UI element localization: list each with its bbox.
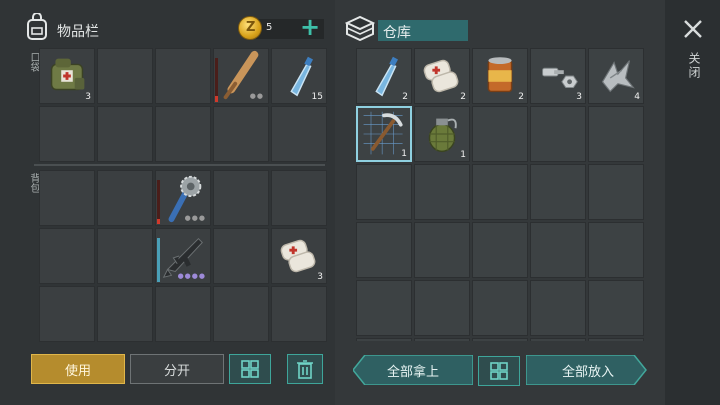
storage-slot[interactable] — [356, 338, 412, 341]
inventory-slot[interactable] — [97, 286, 153, 342]
inventory-slot[interactable] — [271, 286, 327, 342]
grade-dots: ●●● — [184, 214, 206, 222]
inventory-slot[interactable] — [213, 228, 269, 284]
storage-slot[interactable]: 2 — [414, 48, 470, 104]
storage-box-icon — [345, 15, 375, 41]
durability-bar — [157, 180, 160, 224]
storage-slot[interactable] — [530, 164, 586, 220]
storage-slot[interactable] — [588, 280, 644, 336]
coin-icon: Z — [238, 16, 262, 40]
coin-count: 5 — [266, 22, 273, 33]
storage-slot[interactable] — [472, 338, 528, 341]
sort-storage-button[interactable] — [478, 356, 520, 386]
close-label[interactable]: 关闭 — [686, 52, 703, 80]
item-count: 15 — [311, 92, 323, 102]
section-divider — [34, 164, 325, 166]
item-count: 1 — [401, 149, 407, 159]
storage-slot[interactable] — [588, 338, 644, 341]
inventory-slot[interactable] — [271, 170, 327, 226]
inventory-slot[interactable] — [39, 228, 95, 284]
storage-slot[interactable] — [356, 164, 412, 220]
inventory-slot[interactable] — [213, 286, 269, 342]
grade-dots: ●●●● — [177, 272, 206, 280]
storage-slot[interactable] — [588, 164, 644, 220]
storage-slot[interactable] — [414, 222, 470, 278]
storage-slot[interactable] — [472, 222, 528, 278]
storage-slot[interactable]: 2 — [472, 48, 528, 104]
discard-button[interactable] — [287, 354, 323, 384]
storage-slot-selected[interactable]: 1 — [356, 106, 412, 162]
inventory-slot[interactable]: ●●● — [155, 170, 211, 226]
durability-bar — [215, 58, 218, 102]
item-count: 2 — [402, 92, 408, 102]
storage-slot[interactable] — [588, 222, 644, 278]
storage-slot[interactable] — [530, 280, 586, 336]
grade-dots: ●● — [249, 92, 264, 100]
inventory-slot[interactable]: ●●●● — [155, 228, 211, 284]
inventory-slot[interactable] — [97, 228, 153, 284]
inventory-slot[interactable] — [97, 170, 153, 226]
inventory-slot[interactable]: 3 — [271, 228, 327, 284]
inventory-slot[interactable] — [97, 106, 153, 162]
inventory-slot[interactable] — [97, 48, 153, 104]
storage-grid: 2 2 2 3 4 1 1 — [356, 48, 644, 341]
item-count: 3 — [317, 272, 323, 282]
inventory-slot[interactable] — [155, 106, 211, 162]
inventory-slot[interactable] — [213, 106, 269, 162]
add-coins-button[interactable]: + — [300, 14, 320, 40]
inventory-title: 物品栏 — [57, 24, 99, 40]
storage-scroll-area[interactable]: 2 2 2 3 4 1 1 — [356, 48, 646, 341]
inventory-slot[interactable] — [155, 286, 211, 342]
close-icon[interactable] — [682, 18, 704, 40]
grid-sort-icon — [241, 360, 259, 378]
storage-slot[interactable] — [530, 106, 586, 162]
storage-slot[interactable]: 3 — [530, 48, 586, 104]
storage-title: 仓库 — [383, 25, 411, 41]
split-button[interactable]: 分开 — [130, 354, 224, 384]
inventory-slot[interactable] — [155, 48, 211, 104]
inventory-slot[interactable] — [39, 170, 95, 226]
item-count: 1 — [460, 150, 466, 160]
item-count: 2 — [460, 92, 466, 102]
item-count: 3 — [576, 92, 582, 102]
coin-symbol: Z — [246, 20, 256, 35]
take-all-button[interactable]: 全部拿上 — [353, 355, 473, 385]
backpack-icon — [27, 13, 47, 40]
storage-slot[interactable] — [472, 280, 528, 336]
storage-slot[interactable] — [356, 280, 412, 336]
storage-slot[interactable] — [588, 106, 644, 162]
storage-slot[interactable] — [530, 338, 586, 341]
storage-slot[interactable]: 1 — [414, 106, 470, 162]
inventory-slot[interactable]: ●● — [213, 48, 269, 104]
inventory-slot[interactable] — [39, 106, 95, 162]
inventory-slot[interactable]: 3 — [39, 48, 95, 104]
storage-slot[interactable] — [414, 338, 470, 341]
item-count: 4 — [634, 92, 640, 102]
storage-slot[interactable]: 2 — [356, 48, 412, 104]
item-count: 2 — [518, 92, 524, 102]
durability-bar — [157, 238, 160, 282]
pocket-grid: 3 ●● 15 — [39, 48, 327, 162]
inventory-slot[interactable] — [39, 286, 95, 342]
storage-slot[interactable] — [356, 222, 412, 278]
storage-slot[interactable]: 4 — [588, 48, 644, 104]
storage-slot[interactable] — [472, 106, 528, 162]
sort-inventory-button[interactable] — [229, 354, 271, 384]
storage-slot[interactable] — [472, 164, 528, 220]
use-button[interactable]: 使用 — [31, 354, 125, 384]
inventory-slot[interactable] — [213, 170, 269, 226]
backpack-grid: ●●● ●●●● 3 — [39, 170, 327, 342]
item-count: 3 — [85, 92, 91, 102]
storage-slot[interactable] — [530, 222, 586, 278]
storage-slot[interactable] — [414, 280, 470, 336]
put-all-button[interactable]: 全部放入 — [528, 355, 648, 385]
trash-icon — [297, 360, 313, 379]
inventory-slot[interactable] — [271, 106, 327, 162]
storage-slot[interactable] — [414, 164, 470, 220]
grid-sort-icon — [490, 362, 508, 380]
inventory-slot[interactable]: 15 — [271, 48, 327, 104]
